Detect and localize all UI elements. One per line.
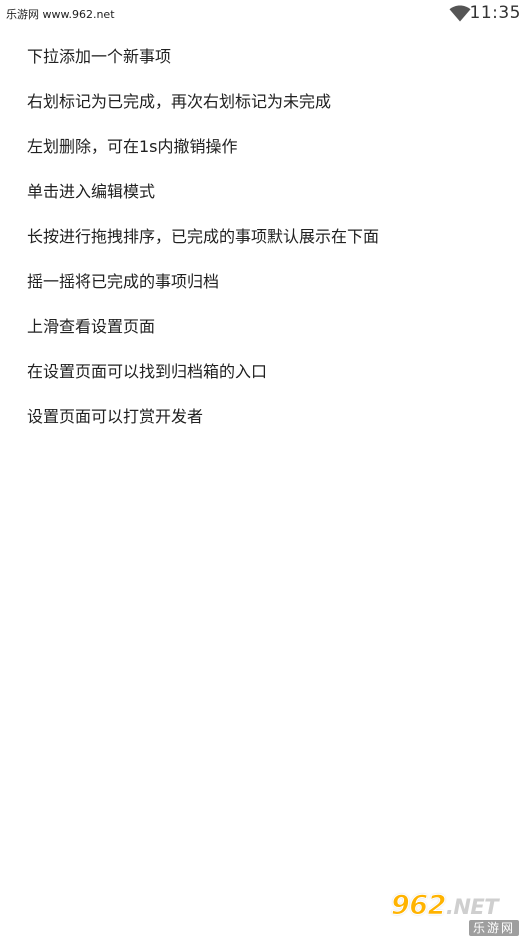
- watermark-logo: 962.NET 乐游网: [391, 890, 523, 936]
- clock: 11:35: [469, 3, 521, 23]
- list-item[interactable]: 长按进行拖拽排序，已完成的事项默认展示在下面: [0, 214, 529, 259]
- tips-list: 下拉添加一个新事项 右划标记为已完成，再次右划标记为未完成 左划删除，可在1s内…: [0, 34, 529, 439]
- list-item[interactable]: 单击进入编辑模式: [0, 169, 529, 214]
- list-item[interactable]: 右划标记为已完成，再次右划标记为未完成: [0, 79, 529, 124]
- logo-suffix: .NET: [445, 895, 499, 919]
- logo-text: 962.NET: [391, 890, 499, 922]
- list-item[interactable]: 上滑查看设置页面: [0, 304, 529, 349]
- logo-subtitle: 乐游网: [468, 920, 519, 936]
- list-item[interactable]: 在设置页面可以找到归档箱的入口: [0, 349, 529, 394]
- list-item[interactable]: 左划删除，可在1s内撤销操作: [0, 124, 529, 169]
- list-item[interactable]: 下拉添加一个新事项: [0, 34, 529, 79]
- logo-numbers: 962: [391, 890, 447, 922]
- list-item[interactable]: 摇一摇将已完成的事项归档: [0, 259, 529, 304]
- watermark-text: 乐游网 www.962.net: [6, 8, 115, 21]
- status-bar: 乐游网 www.962.net 11:35: [0, 0, 529, 28]
- list-item[interactable]: 设置页面可以打赏开发者: [0, 394, 529, 439]
- wifi-icon: [449, 5, 471, 22]
